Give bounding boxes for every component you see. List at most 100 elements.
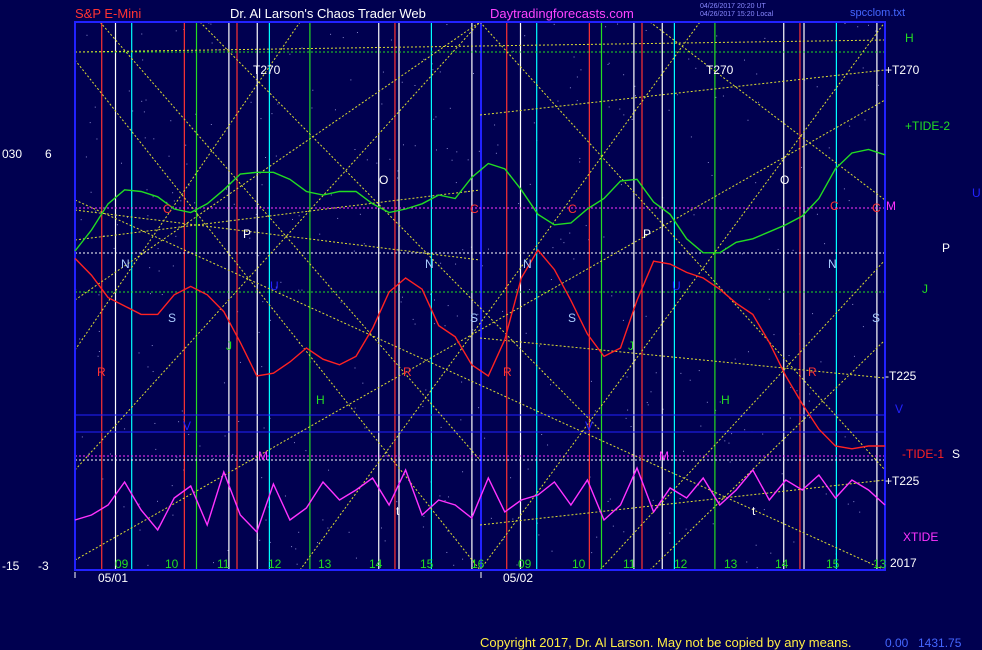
- star-dot: [414, 323, 416, 325]
- star-dot: [330, 33, 332, 35]
- star-dot: [147, 366, 149, 368]
- star-dot: [698, 370, 700, 372]
- star-dot: [359, 213, 361, 215]
- star-dot: [462, 558, 464, 560]
- star-dot: [381, 103, 383, 105]
- star-dot: [809, 417, 811, 419]
- star-dot: [844, 436, 846, 438]
- marker-label: O: [780, 173, 789, 187]
- star-dot: [173, 200, 175, 202]
- star-dot: [494, 124, 496, 126]
- star-dot: [680, 372, 682, 374]
- star-dot: [116, 224, 118, 226]
- site-title: Dr. Al Larson's Chaos Trader Web: [230, 6, 426, 21]
- star-dot: [381, 527, 382, 529]
- star-dot: [607, 500, 609, 502]
- star-dot: [390, 39, 392, 41]
- star-dot: [444, 500, 446, 502]
- star-dot: [298, 215, 300, 217]
- star-dot: [147, 564, 149, 566]
- star-dot: [89, 122, 91, 124]
- star-dot: [95, 210, 97, 212]
- star-dot: [225, 188, 227, 190]
- star-dot: [362, 382, 364, 384]
- hour-tick-label: 11: [217, 557, 230, 571]
- star-dot: [620, 184, 622, 186]
- star-dot: [328, 469, 330, 471]
- marker-label: M: [258, 449, 268, 463]
- star-dot: [280, 281, 282, 283]
- star-dot: [576, 100, 578, 102]
- star-dot: [113, 247, 115, 249]
- star-dot: [327, 527, 329, 529]
- star-dot: [435, 149, 437, 151]
- marker-label: N: [121, 257, 130, 271]
- star-dot: [866, 561, 868, 563]
- hour-tick-label: 13: [724, 557, 738, 571]
- star-dot: [155, 448, 157, 450]
- star-dot: [149, 267, 151, 269]
- right-label: +T225: [885, 474, 920, 488]
- star-dot: [731, 433, 733, 435]
- star-dot: [277, 103, 279, 105]
- star-dot: [758, 101, 760, 103]
- y-label-upper-a: 030: [2, 147, 22, 161]
- star-dot: [180, 200, 182, 202]
- hour-tick-label: 11: [623, 557, 636, 571]
- star-dot: [868, 24, 869, 26]
- star-dot: [466, 191, 468, 193]
- star-dot: [676, 94, 678, 96]
- marker-label: C: [568, 202, 577, 216]
- star-dot: [172, 265, 174, 267]
- star-dot: [94, 106, 96, 108]
- star-dot: [422, 406, 424, 408]
- star-dot: [695, 67, 697, 69]
- star-dot: [603, 236, 605, 238]
- star-dot: [199, 445, 201, 447]
- star-dot: [175, 30, 177, 32]
- star-dot: [679, 498, 681, 500]
- star-dot: [423, 515, 425, 517]
- y-label-upper-b: 6: [45, 147, 52, 161]
- star-dot: [263, 427, 265, 429]
- chart-canvas: T270 T270C C C CC MP PO ON N N NS S S SR R R RJ JH HV VM MU U…: [0, 0, 982, 650]
- star-dot: [337, 217, 339, 219]
- star-dot: [550, 384, 552, 386]
- star-dot: [816, 213, 818, 215]
- star-dot: [790, 386, 792, 388]
- star-dot: [688, 58, 690, 60]
- star-dot: [607, 63, 609, 65]
- star-dot: [585, 225, 587, 227]
- star-dot: [747, 119, 749, 121]
- star-dot: [612, 525, 614, 527]
- marker-label: R: [97, 365, 106, 379]
- star-dot: [609, 498, 611, 500]
- star-dot: [157, 248, 159, 250]
- star-dot: [186, 163, 188, 165]
- star-dot: [435, 116, 437, 118]
- top-label: T270: [706, 63, 734, 77]
- marker-label: S: [168, 311, 176, 325]
- star-dot: [484, 437, 486, 439]
- star-dot: [271, 113, 273, 115]
- star-dot: [580, 69, 582, 71]
- star-dot: [594, 410, 596, 412]
- star-dot: [793, 541, 795, 543]
- star-dot: [524, 35, 526, 37]
- star-dot: [440, 262, 442, 264]
- star-dot: [707, 162, 709, 164]
- star-dot: [250, 101, 252, 103]
- star-dot: [573, 258, 575, 260]
- star-dot: [816, 86, 818, 88]
- hour-tick-label: 09: [115, 557, 129, 571]
- right-label: -TIDE-1: [902, 447, 944, 461]
- star-dot: [552, 247, 554, 249]
- star-dot: [261, 366, 263, 368]
- star-dot: [755, 544, 757, 546]
- right-label: U: [972, 186, 981, 200]
- website-link[interactable]: Daytradingforecasts.com: [490, 6, 634, 21]
- star-dot: [619, 108, 621, 110]
- star-dot: [478, 150, 480, 152]
- star-dot: [334, 109, 336, 111]
- star-dot: [210, 23, 212, 25]
